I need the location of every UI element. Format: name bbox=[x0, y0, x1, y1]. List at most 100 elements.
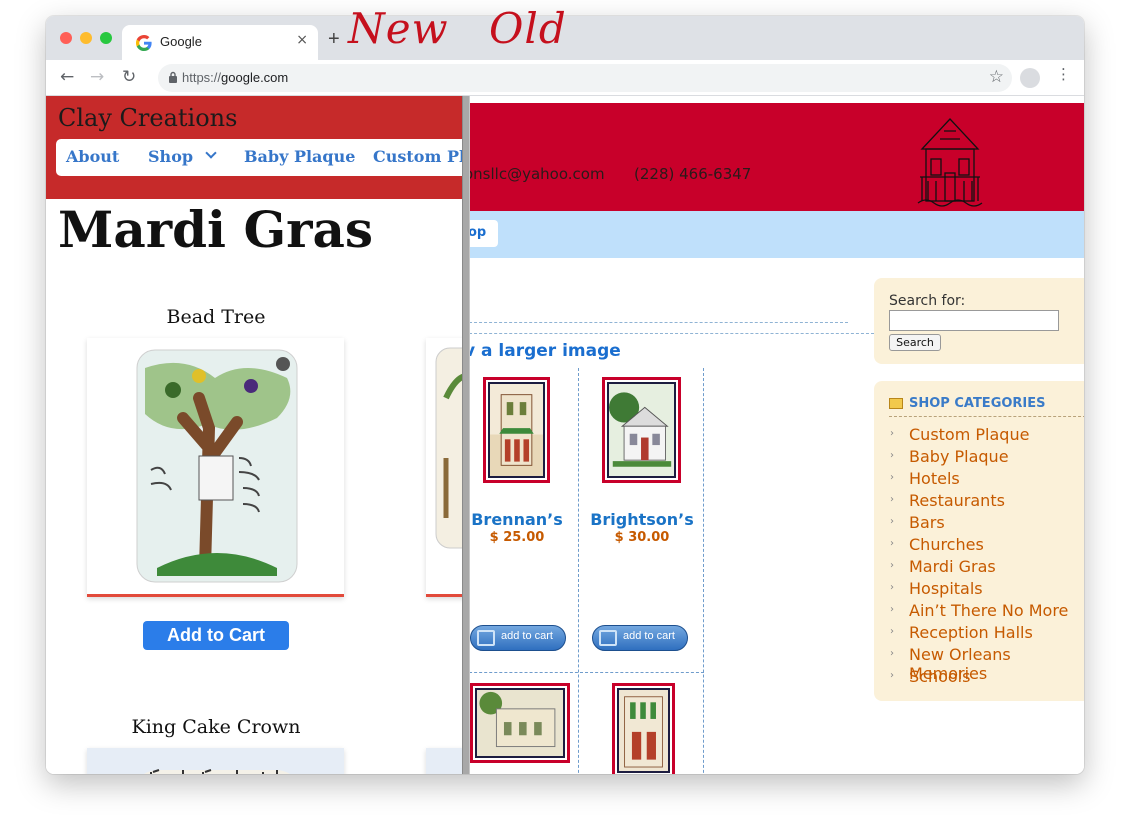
comparison-divider[interactable] bbox=[462, 96, 470, 774]
tab-close-icon[interactable]: × bbox=[296, 32, 308, 48]
category-bars[interactable]: Bars bbox=[909, 513, 945, 532]
king-cake-crown-image bbox=[144, 769, 290, 774]
old-overlay-label: Old bbox=[489, 4, 567, 53]
bullet-icon: › bbox=[890, 626, 894, 637]
shop-categories-title: SHOP CATEGORIES bbox=[909, 396, 1046, 411]
product-card-partial-2[interactable] bbox=[426, 748, 466, 774]
product-price-brightsons: $ 30.00 bbox=[614, 530, 670, 545]
category-baby-plaque[interactable]: Baby Plaque bbox=[909, 447, 1009, 466]
old-email[interactable]: onsllc@yahoo.com bbox=[464, 165, 605, 183]
search-input[interactable] bbox=[889, 310, 1059, 331]
brennans-building-image bbox=[499, 394, 534, 466]
bullet-icon: › bbox=[890, 516, 894, 527]
bullet-icon: › bbox=[890, 538, 894, 549]
grid-line bbox=[578, 368, 579, 774]
new-tab-button[interactable]: + bbox=[328, 28, 340, 51]
new-site-header: Clay Creations About Shop Baby Plaque Cu… bbox=[46, 96, 466, 199]
google-favicon-icon bbox=[136, 35, 152, 51]
bullet-icon: › bbox=[890, 494, 894, 505]
category-aint-there-no-more[interactable]: Ain’t There No More bbox=[909, 601, 1068, 620]
search-label: Search for: bbox=[889, 293, 966, 309]
add-to-cart-button-brennans[interactable]: add to cart bbox=[470, 625, 566, 651]
category-custom-plaque[interactable]: Custom Plaque bbox=[909, 425, 1029, 444]
profile-avatar[interactable] bbox=[1020, 68, 1040, 88]
old-divider bbox=[464, 333, 874, 334]
old-heading: v a larger image bbox=[464, 341, 621, 361]
tab-title: Google bbox=[160, 34, 202, 49]
category-mardi-gras[interactable]: Mardi Gras bbox=[909, 557, 996, 576]
page-title: Mardi Gras bbox=[58, 200, 374, 259]
menu-custom-plaque[interactable]: Custom Pla bbox=[373, 147, 466, 166]
card-accent-line bbox=[87, 594, 344, 597]
bullet-icon: › bbox=[890, 428, 894, 439]
tile-frame bbox=[607, 382, 676, 478]
product-image-brightsons[interactable] bbox=[602, 377, 681, 483]
product-name-brennans[interactable]: Brennan’s bbox=[452, 510, 582, 529]
plaque-image bbox=[435, 347, 466, 549]
shop-categories-panel: SHOP CATEGORIES › Custom Plaque › Baby P… bbox=[874, 381, 1084, 701]
forward-arrow-icon[interactable]: → bbox=[90, 67, 104, 87]
menu-baby-plaque[interactable]: Baby Plaque bbox=[244, 147, 355, 166]
menu-about[interactable]: About bbox=[66, 147, 119, 166]
grid-line bbox=[464, 672, 704, 673]
bullet-icon: › bbox=[890, 560, 894, 571]
category-hospitals[interactable]: Hospitals bbox=[909, 579, 983, 598]
menu-shop[interactable]: Shop bbox=[148, 147, 193, 166]
product-card-bead-tree[interactable] bbox=[87, 338, 344, 597]
product-title-bead-tree: Bead Tree bbox=[166, 306, 266, 328]
minimize-window-icon[interactable] bbox=[80, 32, 92, 44]
cart-icon bbox=[599, 630, 617, 646]
product-image-row2-left[interactable] bbox=[470, 683, 570, 763]
card-accent-line bbox=[426, 594, 466, 597]
category-hotels[interactable]: Hotels bbox=[909, 469, 960, 488]
tile-frame bbox=[617, 688, 670, 773]
add-to-cart-button[interactable]: Add to Cart bbox=[143, 621, 289, 650]
back-arrow-icon[interactable]: ← bbox=[60, 67, 74, 87]
brightsons-house-image bbox=[609, 392, 672, 467]
page-content: onsllc@yahoo.com (228) 466-6347 op v a l… bbox=[46, 96, 1084, 774]
close-window-icon[interactable] bbox=[60, 32, 72, 44]
product-image-row2-right[interactable] bbox=[612, 683, 675, 774]
old-search-panel: Search for: Search bbox=[874, 278, 1084, 364]
add-to-cart-label: add to cart bbox=[501, 630, 553, 642]
category-schools[interactable]: Schools bbox=[909, 667, 970, 686]
product-card-king-cake-crown[interactable] bbox=[87, 748, 344, 774]
chevron-down-icon[interactable] bbox=[205, 147, 217, 159]
category-restaurants[interactable]: Restaurants bbox=[909, 491, 1005, 510]
main-menu: About Shop Baby Plaque Custom Pla bbox=[56, 139, 466, 176]
tile-frame bbox=[488, 382, 545, 478]
product-name-brightsons[interactable]: Brightson’s bbox=[577, 510, 707, 529]
bullet-icon: › bbox=[890, 472, 894, 483]
search-button[interactable]: Search bbox=[889, 334, 941, 351]
old-divider bbox=[464, 322, 848, 323]
product-card-partial[interactable] bbox=[426, 338, 466, 597]
lock-icon bbox=[169, 71, 177, 83]
category-reception-halls[interactable]: Reception Halls bbox=[909, 623, 1033, 642]
bead-tree-plaque-image bbox=[136, 349, 298, 583]
add-to-cart-label: add to cart bbox=[623, 630, 675, 642]
building-image bbox=[624, 696, 663, 768]
url-host: google.com bbox=[221, 70, 289, 85]
cart-icon bbox=[477, 630, 495, 646]
bookmark-star-icon[interactable]: ☆ bbox=[989, 67, 1004, 87]
reload-icon[interactable]: ↻ bbox=[122, 67, 136, 87]
category-churches[interactable]: Churches bbox=[909, 535, 984, 554]
product-image-brennans[interactable] bbox=[483, 377, 550, 483]
new-site: Clay Creations About Shop Baby Plaque Cu… bbox=[46, 96, 466, 774]
more-menu-icon[interactable]: ⋮ bbox=[1056, 67, 1071, 82]
site-brand[interactable]: Clay Creations bbox=[58, 104, 237, 132]
add-to-cart-button-brightsons[interactable]: add to cart bbox=[592, 625, 688, 651]
address-bar[interactable]: https://google.com ☆ bbox=[158, 64, 1012, 92]
new-overlay-label: New bbox=[348, 4, 449, 53]
bullet-icon: › bbox=[890, 670, 894, 681]
url-text: https://google.com bbox=[182, 70, 288, 85]
screenshot-stage: Google × + ← → ↻ https://google.com ☆ ⋮ … bbox=[0, 0, 1130, 815]
product-price-brennans: $ 25.00 bbox=[489, 530, 545, 545]
bullet-icon: › bbox=[890, 450, 894, 461]
bullet-icon: › bbox=[890, 648, 894, 659]
categories-divider bbox=[889, 416, 1084, 417]
browser-tab[interactable]: Google × bbox=[122, 25, 318, 60]
bullet-icon: › bbox=[890, 604, 894, 615]
maximize-window-icon[interactable] bbox=[100, 32, 112, 44]
product-title-king-cake-crown: King Cake Crown bbox=[131, 716, 301, 738]
